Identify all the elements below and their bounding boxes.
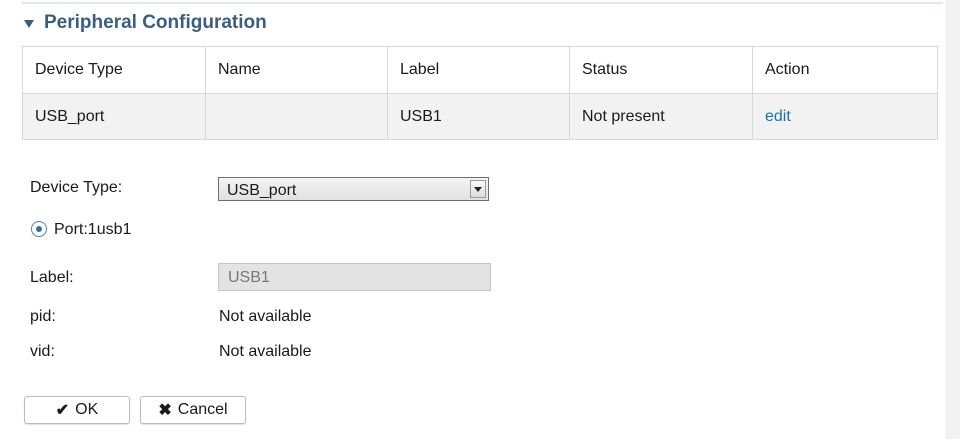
label-field-label: Label: xyxy=(30,269,74,286)
checkmark-icon: ✔ xyxy=(55,402,70,419)
dropdown-arrow-icon[interactable] xyxy=(470,180,486,198)
label-input: USB1 xyxy=(218,263,491,291)
cell-device-type: USB_port xyxy=(22,93,206,140)
section-title: Peripheral Configuration xyxy=(44,12,267,33)
device-type-select[interactable]: USB_port xyxy=(218,177,489,201)
page-edge xyxy=(945,0,960,439)
device-type-label: Device Type: xyxy=(30,179,123,196)
pid-value: Not available xyxy=(219,308,312,325)
ok-button-label: OK xyxy=(75,401,99,418)
top-divider xyxy=(22,2,943,4)
pid-label: pid: xyxy=(30,308,56,325)
cell-label: USB1 xyxy=(387,93,570,140)
column-header-action: Action xyxy=(752,46,938,94)
vid-value: Not available xyxy=(219,343,312,360)
column-header-device-type: Device Type xyxy=(22,46,206,94)
table-header-row: Device Type Name Label Status Action xyxy=(22,46,938,94)
column-header-name: Name xyxy=(205,46,388,94)
caret-down-icon[interactable] xyxy=(24,20,34,28)
ok-button[interactable]: ✔ OK xyxy=(24,396,130,424)
cell-action: edit xyxy=(752,93,938,140)
edit-link[interactable]: edit xyxy=(765,108,791,125)
cell-status: Not present xyxy=(569,93,753,140)
column-header-status: Status xyxy=(569,46,753,94)
vid-label: vid: xyxy=(30,343,55,360)
radio-selected-dot xyxy=(36,226,42,232)
cancel-button-label: Cancel xyxy=(177,401,228,418)
port-radio-label[interactable]: Port:1usb1 xyxy=(54,221,131,239)
x-icon: ✖ xyxy=(158,402,172,419)
column-header-label: Label xyxy=(387,46,570,94)
peripheral-table: Device Type Name Label Status Action USB… xyxy=(22,46,938,140)
cell-name xyxy=(205,93,388,140)
cancel-button[interactable]: ✖ Cancel xyxy=(140,396,246,424)
section-header[interactable]: Peripheral Configuration xyxy=(24,11,267,35)
port-radio[interactable] xyxy=(31,221,47,237)
device-type-selected-value: USB_port xyxy=(227,182,297,199)
table-row: USB_port USB1 Not present edit xyxy=(22,93,938,140)
